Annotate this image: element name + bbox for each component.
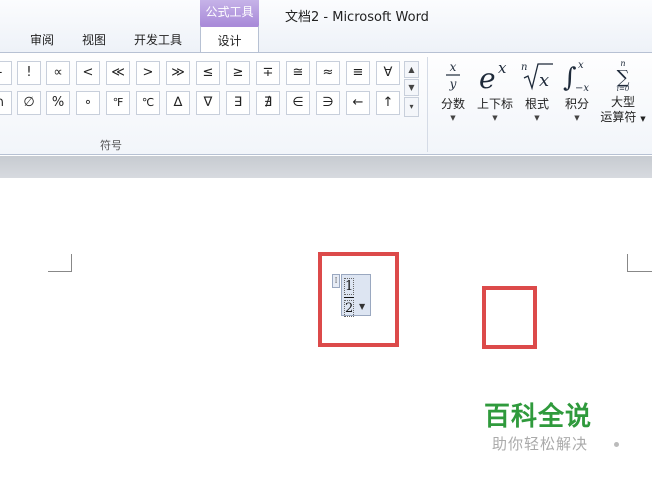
script-button[interactable]: e x 上下标 ▼ — [474, 57, 516, 122]
symbol-button[interactable]: ∈ — [286, 91, 310, 115]
radical-label: 根式 — [524, 97, 549, 111]
tab-view[interactable]: 视图 — [82, 31, 106, 48]
svg-text:x: x — [578, 60, 584, 71]
document-page[interactable]: ⁞ 1 2 ▼ 百科全说 助你轻松解决 — [0, 178, 652, 487]
symbol-button[interactable]: ℉ — [106, 91, 130, 115]
large-operator-label-line1: 大型 — [610, 95, 635, 109]
symbol-button[interactable]: ! — [17, 61, 41, 85]
equation-body[interactable]: 1 2 ▼ — [341, 274, 371, 317]
fraction-button[interactable]: x y 分数 ▼ — [436, 57, 470, 122]
radical-button[interactable]: n x 根式 ▼ — [520, 57, 554, 122]
fraction-denominator[interactable]: 2 — [344, 300, 354, 317]
symbol-button[interactable]: ≡ — [346, 61, 370, 85]
symbol-button[interactable]: ≫ — [166, 61, 190, 85]
integral-button[interactable]: ∫ x −x 积分 ▼ — [560, 57, 594, 122]
symbol-button[interactable]: ≥ — [226, 61, 250, 85]
fraction-bar — [344, 297, 354, 298]
symbol-button[interactable]: ∋ — [316, 91, 340, 115]
symbol-button[interactable]: ≅ — [286, 61, 310, 85]
symbol-button[interactable]: % — [46, 91, 70, 115]
large-operator-icon: n ∑ i=0 — [598, 57, 648, 93]
tab-developer[interactable]: 开发工具 — [134, 31, 182, 48]
symbol-button[interactable]: - — [0, 61, 12, 85]
large-operator-button[interactable]: n ∑ i=0 大型 运算符 ▼ — [598, 57, 648, 127]
symbol-button[interactable]: ← — [346, 91, 370, 115]
svg-text:i=0: i=0 — [617, 85, 630, 92]
group-divider — [427, 57, 428, 152]
fraction[interactable]: 1 2 — [344, 278, 354, 317]
symbol-button[interactable]: ∃ — [226, 91, 250, 115]
equation-tools-group-label: 公式工具 — [200, 0, 259, 25]
watermark-dot — [614, 442, 619, 447]
integral-label: 积分 — [564, 97, 589, 111]
script-label: 上下标 — [476, 97, 513, 111]
symbol-button[interactable]: ∇ — [196, 91, 220, 115]
symbol-button[interactable]: ↑ — [376, 91, 400, 115]
tab-design[interactable]: 设计 — [200, 25, 259, 53]
svg-text:x: x — [539, 70, 549, 91]
symbol-button[interactable]: ≤ — [196, 61, 220, 85]
margin-corner-marker — [627, 254, 652, 272]
svg-text:y: y — [449, 77, 457, 91]
chevron-down-icon: ▼ — [574, 114, 580, 122]
symbol-button[interactable]: > — [136, 61, 160, 85]
script-icon: e x — [474, 57, 516, 93]
symbol-button[interactable]: ∀ — [376, 61, 400, 85]
fraction-label: 分数 — [440, 97, 465, 111]
chevron-down-icon: ▼ — [492, 114, 498, 122]
fraction-numerator[interactable]: 1 — [344, 278, 354, 295]
large-operator-label: 大型 运算符 ▼ — [598, 95, 648, 127]
symbol-button[interactable]: ≈ — [316, 61, 340, 85]
chevron-down-icon: ▼ — [640, 115, 646, 123]
svg-text:x: x — [498, 59, 507, 77]
radical-icon: n x — [520, 57, 554, 93]
window-title: 文档2 - Microsoft Word — [285, 10, 429, 25]
symbol-button[interactable]: ∓ — [256, 61, 280, 85]
svg-text:−x: −x — [575, 83, 589, 92]
watermark-subtitle: 助你轻松解决 — [492, 435, 589, 453]
svg-text:e: e — [479, 62, 496, 92]
gallery-scroll-up-icon[interactable]: ▲ — [404, 61, 419, 78]
tab-review[interactable]: 审阅 — [30, 31, 54, 48]
chevron-down-icon: ▼ — [450, 114, 456, 122]
symbol-button[interactable]: ∝ — [46, 61, 70, 85]
chevron-down-icon: ▼ — [534, 114, 540, 122]
large-operator-label-line2: 运算符 — [600, 110, 637, 124]
margin-corner-marker — [48, 254, 72, 272]
symbol-button[interactable]: ≪ — [106, 61, 130, 85]
integral-icon: ∫ x −x — [560, 57, 594, 93]
symbol-button[interactable]: ∩ — [0, 91, 12, 115]
ruler-bar — [0, 156, 652, 178]
symbol-button[interactable]: ∄ — [256, 91, 280, 115]
symbol-button[interactable]: < — [76, 61, 100, 85]
fraction-icon: x y — [436, 57, 470, 93]
gallery-scroll-down-icon[interactable]: ▼ — [404, 79, 419, 96]
svg-text:n: n — [521, 62, 527, 73]
ribbon: - ! ∝ < ≪ > ≫ ≤ ≥ ∓ ≅ ≈ ≡ ∀ ∩ ∅ % ∘ ℉ ℃ … — [0, 52, 652, 155]
equation-move-handle-icon[interactable]: ⁞ — [332, 274, 340, 288]
highlight-box — [482, 286, 537, 349]
symbol-button[interactable]: ∅ — [17, 91, 41, 115]
symbol-button[interactable]: ∆ — [166, 91, 190, 115]
svg-text:x: x — [450, 60, 457, 74]
symbol-button[interactable]: ∘ — [76, 91, 100, 115]
title-bar: 公式工具 文档2 - Microsoft Word 审阅 视图 开发工具 设计 — [0, 0, 652, 53]
equation-container[interactable]: ⁞ 1 2 ▼ — [332, 274, 372, 317]
symbol-button[interactable]: ℃ — [136, 91, 160, 115]
symbols-group-label: 符号 — [100, 139, 122, 152]
equation-options-icon[interactable]: ▼ — [359, 302, 365, 311]
gallery-more-icon[interactable]: ▾ — [404, 97, 419, 117]
watermark-title: 百科全说 — [484, 402, 593, 432]
